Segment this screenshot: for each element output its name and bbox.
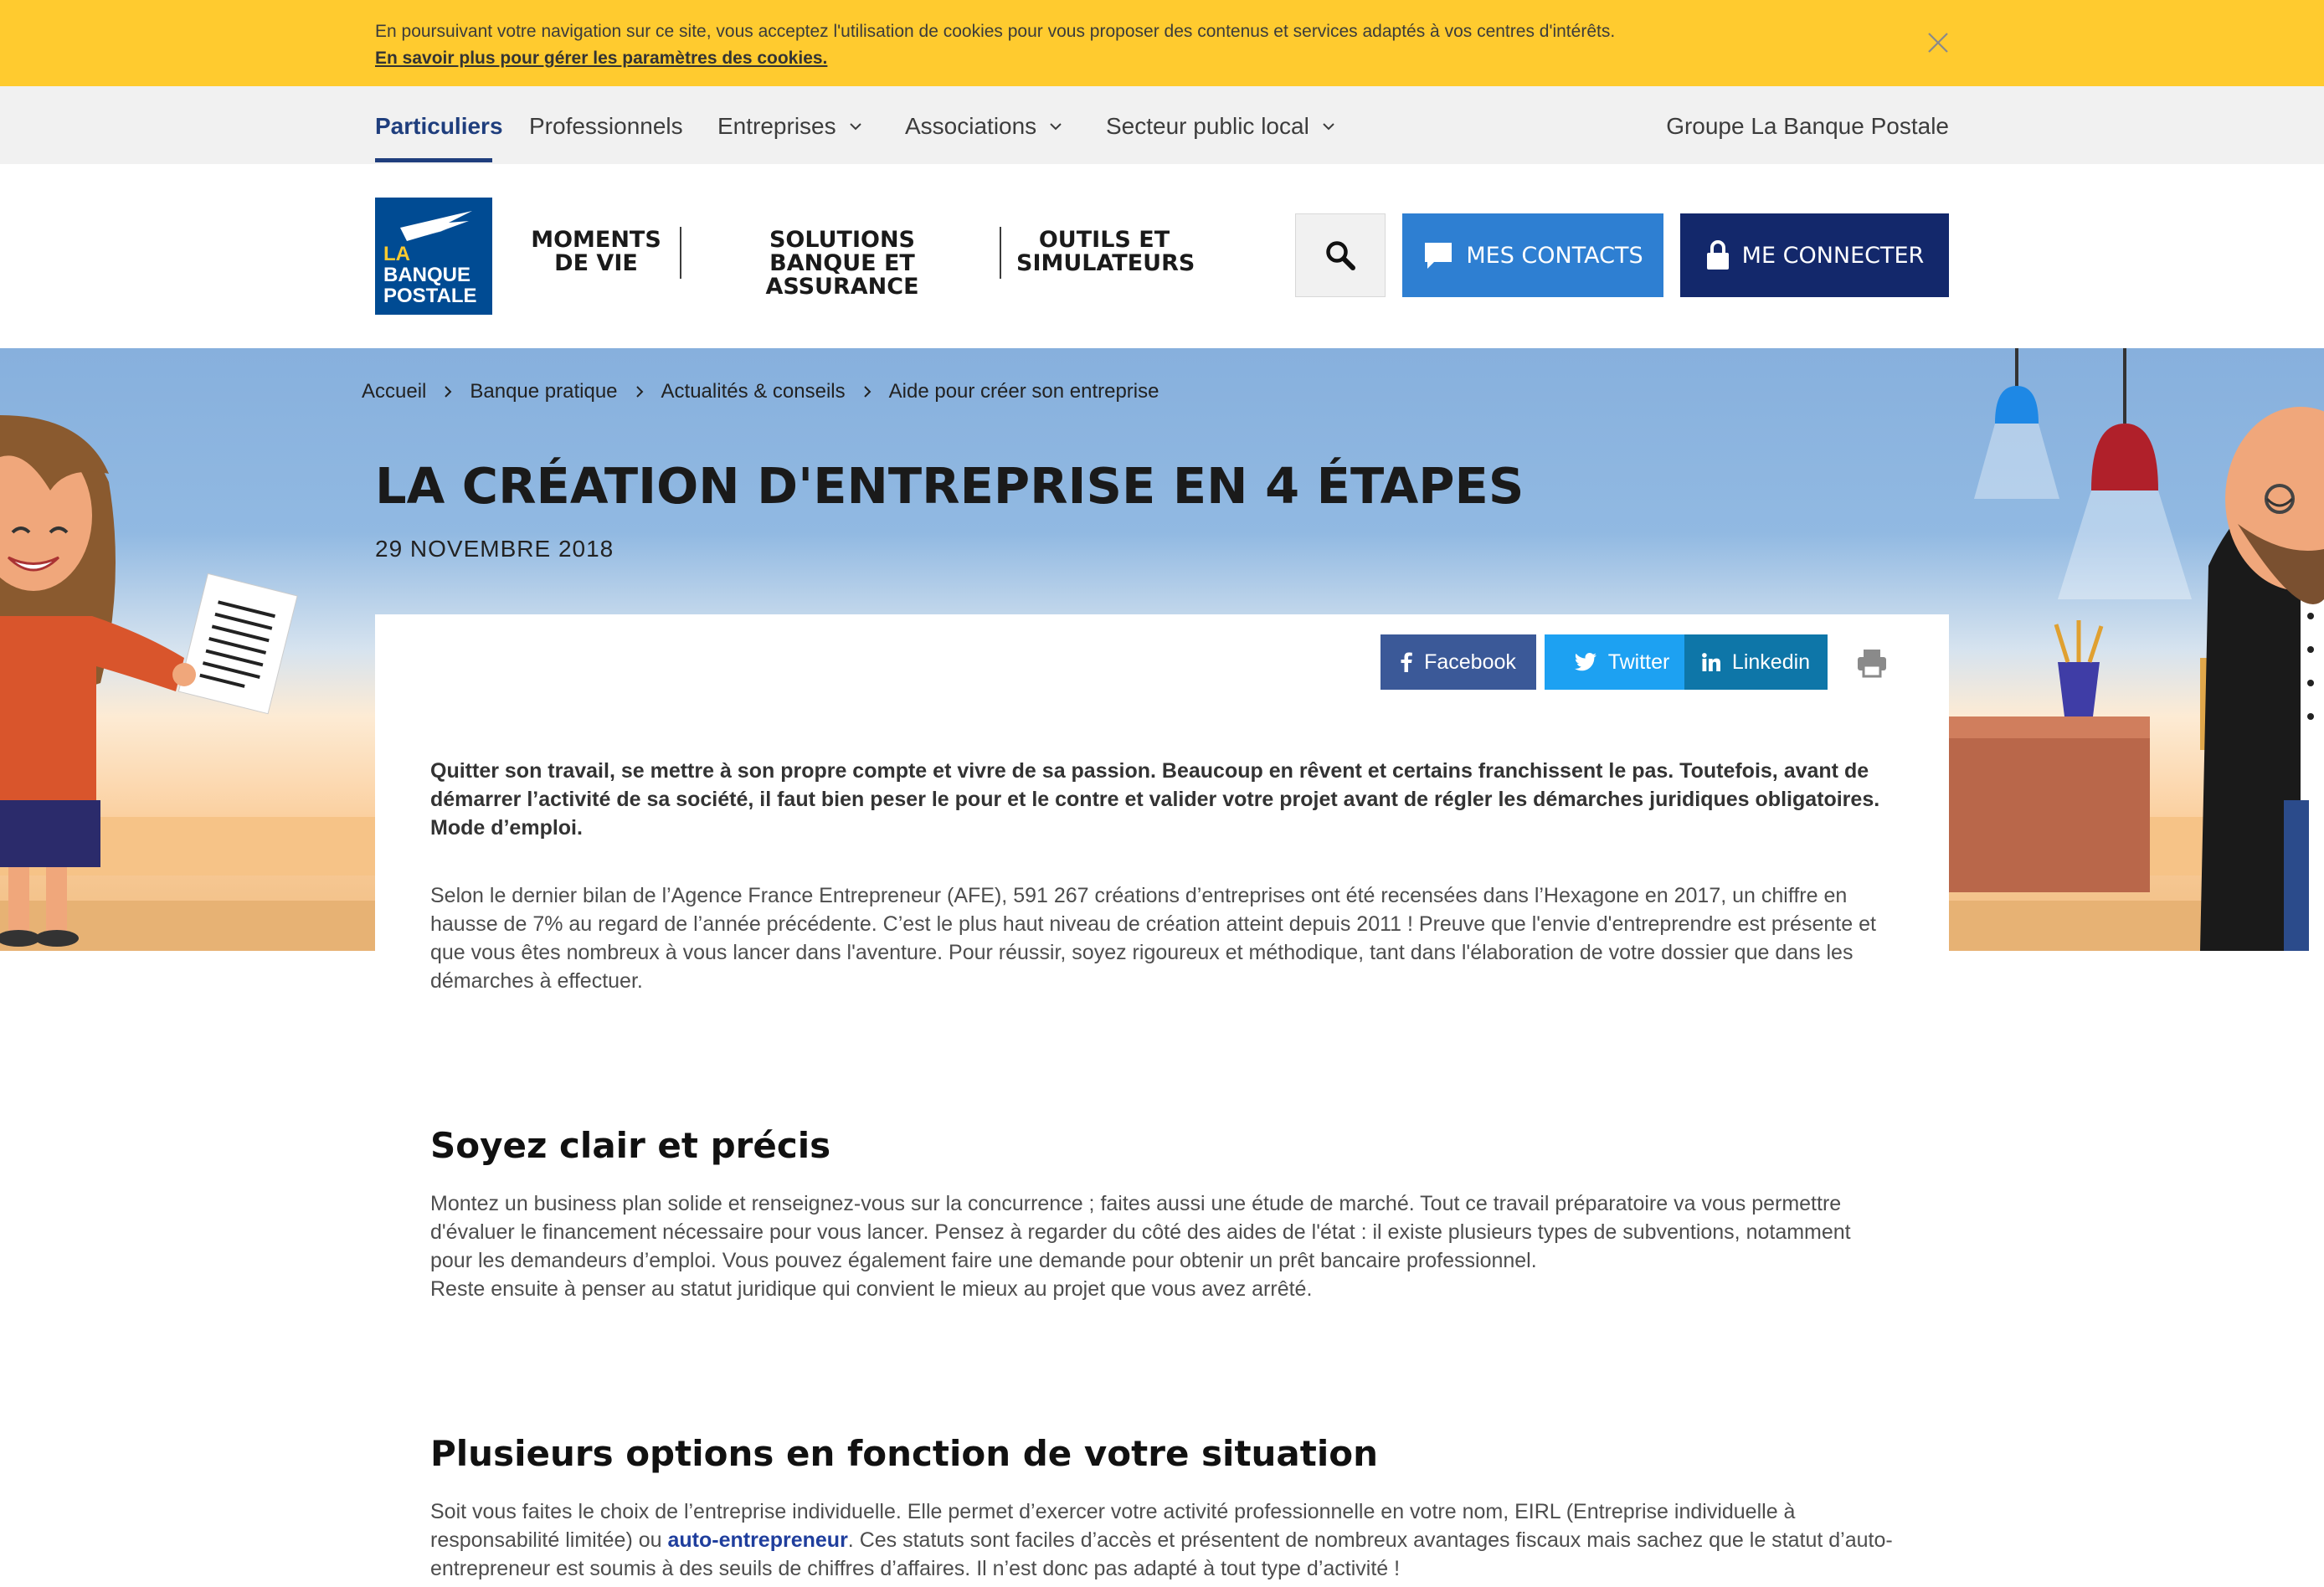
chevron-right-icon xyxy=(445,386,452,398)
logo-postale: POSTALE xyxy=(383,285,477,307)
linkedin-label: Linkedin xyxy=(1731,650,1811,674)
nav-outils-line1: OUTILS ET xyxy=(1038,227,1170,253)
nav-outils-line2: SIMULATEURS xyxy=(1016,250,1195,276)
section-heading: Soyez clair et précis xyxy=(430,1125,831,1166)
tab-associations[interactable]: Associations xyxy=(905,110,1065,143)
nav-moments-line1: MOMENTS xyxy=(531,227,661,253)
chevron-right-icon xyxy=(863,386,872,398)
facebook-label: Facebook xyxy=(1424,650,1516,674)
cookie-banner: En poursuivant votre navigation sur ce s… xyxy=(0,0,2324,86)
breadcrumb-item[interactable]: Banque pratique xyxy=(470,380,617,403)
twitter-share-button[interactable]: Twitter xyxy=(1545,634,1699,690)
logo-la: LA xyxy=(383,243,410,265)
section-paragraph: Soit vous faites le choix de l’entrepris… xyxy=(430,1497,1895,1583)
group-link[interactable]: Groupe La Banque Postale xyxy=(1666,110,1949,143)
office-illustration xyxy=(1949,348,2324,951)
tab-secteur-public-label: Secteur public local xyxy=(1106,113,1309,139)
section-text: Reste ensuite à penser au statut juridiq… xyxy=(430,1277,1313,1301)
tab-secteur-public[interactable]: Secteur public local xyxy=(1106,110,1338,143)
nav-solutions-line2: BANQUE ET ASSURANCE xyxy=(765,250,919,300)
nav-solutions[interactable]: SOLUTIONS BANQUE ET ASSURANCE xyxy=(700,229,985,299)
linkedin-share-button[interactable]: Linkedin xyxy=(1684,634,1828,690)
chevron-right-icon xyxy=(635,386,643,398)
facebook-share-button[interactable]: Facebook xyxy=(1381,634,1536,690)
facebook-icon xyxy=(1401,652,1412,672)
tab-entreprises-label: Entreprises xyxy=(717,113,836,139)
lock-icon xyxy=(1706,240,1729,270)
contacts-label: MES CONTACTS xyxy=(1466,242,1643,269)
search-icon xyxy=(1326,241,1355,270)
logo[interactable]: LA BANQUE POSTALE xyxy=(375,198,492,315)
nav-moments-line2: DE VIE xyxy=(554,250,638,276)
nav-moments-de-vie[interactable]: MOMENTS DE VIE xyxy=(529,229,663,275)
breadcrumb-item[interactable]: Actualités & conseils xyxy=(661,380,846,403)
cookie-text: En poursuivant votre navigation sur ce s… xyxy=(375,22,1616,41)
section-text: Montez un business plan solide et rensei… xyxy=(430,1192,1851,1272)
breadcrumb-current: Aide pour créer son entreprise xyxy=(888,380,1159,403)
chevron-down-icon xyxy=(1323,123,1334,131)
section-heading: Plusieurs options en fonction de votre s… xyxy=(430,1433,1378,1474)
linkedin-icon xyxy=(1702,653,1720,671)
login-label: ME CONNECTER xyxy=(1741,242,1925,269)
site-header: LA BANQUE POSTALE MOMENTS DE VIE SOLUTIO… xyxy=(0,164,2324,348)
contacts-button[interactable]: MES CONTACTS xyxy=(1402,213,1663,297)
article-intro: Quitter son travail, se mettre à son pro… xyxy=(430,759,1880,840)
chevron-down-icon xyxy=(849,123,861,131)
print-icon[interactable] xyxy=(1855,646,1889,680)
tab-particuliers[interactable]: Particuliers xyxy=(375,110,503,143)
active-tab-indicator xyxy=(375,158,492,162)
nav-divider xyxy=(1000,227,1001,279)
search-button[interactable] xyxy=(1295,213,1386,297)
article-card: Facebook Twitter Linkedin Quitter son tr… xyxy=(375,614,1949,1587)
tab-entreprises[interactable]: Entreprises xyxy=(717,110,865,143)
bird-logo-icon xyxy=(400,211,472,241)
auto-entrepreneur-link[interactable]: auto-entrepreneur xyxy=(667,1528,847,1552)
article-date: 29 NOVEMBRE 2018 xyxy=(375,536,614,562)
login-button[interactable]: ME CONNECTER xyxy=(1680,213,1949,297)
twitter-label: Twitter xyxy=(1607,650,1670,674)
article-paragraph: Selon le dernier bilan de l’Agence Franc… xyxy=(430,884,1876,993)
nav-outils[interactable]: OUTILS ET SIMULATEURS xyxy=(1016,227,1195,276)
nav-divider xyxy=(680,227,681,279)
close-icon[interactable] xyxy=(1926,30,1951,55)
page-title: LA CRÉATION D'ENTREPRISE EN 4 ÉTAPES xyxy=(375,457,1524,515)
breadcrumb: Accueil Banque pratique Actualités & con… xyxy=(362,380,1159,403)
tab-professionnels[interactable]: Professionnels xyxy=(529,110,683,143)
breadcrumb-item[interactable]: Accueil xyxy=(362,380,426,403)
chat-bubble-icon xyxy=(1425,243,1452,269)
segment-nav: Particuliers Professionnels Entreprises … xyxy=(0,86,2324,164)
chevron-down-icon xyxy=(1050,123,1062,131)
cookie-settings-link[interactable]: En savoir plus pour gérer les paramètres… xyxy=(375,45,827,72)
nav-solutions-line1: SOLUTIONS xyxy=(769,227,916,253)
logo-banque: BANQUE xyxy=(383,264,471,286)
section-paragraph: Montez un business plan solide et rensei… xyxy=(430,1189,1895,1303)
tab-associations-label: Associations xyxy=(905,113,1037,139)
twitter-icon xyxy=(1574,653,1596,671)
woman-illustration xyxy=(0,415,298,947)
